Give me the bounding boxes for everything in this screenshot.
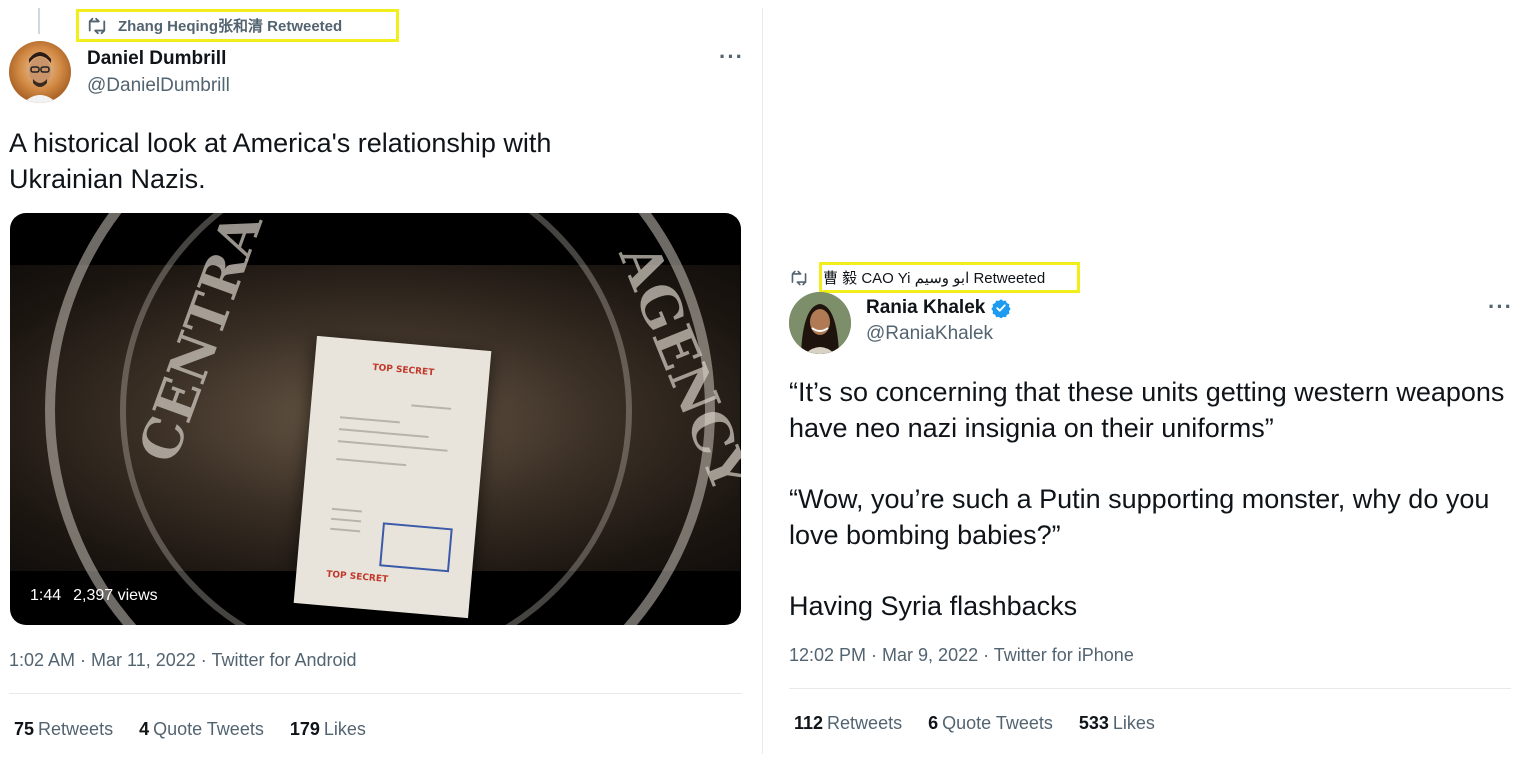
quote-tweets-stat[interactable]: 4 Quote Tweets bbox=[139, 719, 264, 740]
more-options-button[interactable]: ··· bbox=[1488, 296, 1513, 318]
retweet-context-left[interactable]: Zhang Heqing张和清 Retweeted bbox=[86, 15, 342, 36]
author-name-row: Rania Khalek bbox=[866, 297, 1011, 319]
avatar[interactable] bbox=[9, 41, 71, 103]
document-stamp-bottom: TOP SECRET bbox=[325, 569, 389, 585]
tweet-paragraph-3: Having Syria flashbacks bbox=[789, 591, 1078, 621]
video-caption: 1:44 2,397 views bbox=[30, 587, 158, 605]
retweet-context-text: Zhang Heqing张和清 Retweeted bbox=[118, 18, 343, 35]
column-divider bbox=[762, 8, 763, 754]
likes-stat[interactable]: 179 Likes bbox=[290, 719, 366, 740]
divider bbox=[9, 693, 742, 694]
tweet-paragraph-1: “It’s so concerning that these units get… bbox=[789, 377, 1505, 443]
retweets-stat[interactable]: 112 Retweets bbox=[794, 713, 902, 734]
tweet-stats: 112 Retweets 6 Quote Tweets 533 Likes bbox=[794, 713, 1155, 734]
video-player[interactable]: CENTRA AGENCY TOP SECRET TOP SECRET 1:44… bbox=[10, 213, 741, 625]
verified-badge-icon bbox=[991, 298, 1011, 318]
avatar-portrait-icon bbox=[789, 292, 851, 354]
document-stamp-blue bbox=[379, 522, 453, 573]
avatar-portrait-icon bbox=[23, 52, 57, 103]
author-handle[interactable]: @RaniaKhalek bbox=[866, 323, 993, 345]
tweet-timestamp[interactable]: 1:02 AM · Mar 11, 2022 · Twitter for And… bbox=[9, 650, 357, 671]
tweet-timestamp[interactable]: 12:02 PM · Mar 9, 2022 · Twitter for iPh… bbox=[789, 645, 1134, 666]
tweet-stats: 75 Retweets 4 Quote Tweets 179 Likes bbox=[14, 719, 366, 740]
more-options-button[interactable]: ··· bbox=[719, 46, 744, 68]
avatar[interactable] bbox=[789, 292, 851, 354]
retweet-icon bbox=[789, 269, 809, 287]
video-duration: 1:44 bbox=[30, 587, 62, 604]
tweet-paragraph-2: “Wow, you’re such a Putin supporting mon… bbox=[789, 484, 1490, 550]
thread-line bbox=[38, 8, 40, 34]
retweet-icon bbox=[86, 16, 108, 36]
retweet-context-text: 曹 毅 CAO Yi ابو وسيم Retweeted bbox=[823, 270, 1046, 287]
video-views: 2,397 views bbox=[73, 587, 158, 604]
author-handle[interactable]: @DanielDumbrill bbox=[87, 75, 230, 97]
author-name[interactable]: Daniel Dumbrill bbox=[87, 48, 226, 70]
document-stamp-top: TOP SECRET bbox=[372, 362, 435, 379]
likes-stat[interactable]: 533 Likes bbox=[1079, 713, 1155, 734]
divider bbox=[789, 688, 1511, 689]
quote-tweets-stat[interactable]: 6 Quote Tweets bbox=[928, 713, 1053, 734]
video-thumbnail: CENTRA AGENCY TOP SECRET TOP SECRET bbox=[10, 213, 741, 625]
tweet-text: A historical look at America's relations… bbox=[9, 128, 552, 194]
retweet-context-right[interactable]: 曹 毅 CAO Yi ابو وسيم Retweeted bbox=[789, 267, 1045, 288]
document-image: TOP SECRET TOP SECRET bbox=[293, 335, 492, 619]
author-name[interactable]: Rania Khalek bbox=[866, 297, 985, 319]
retweets-stat[interactable]: 75 Retweets bbox=[14, 719, 113, 740]
